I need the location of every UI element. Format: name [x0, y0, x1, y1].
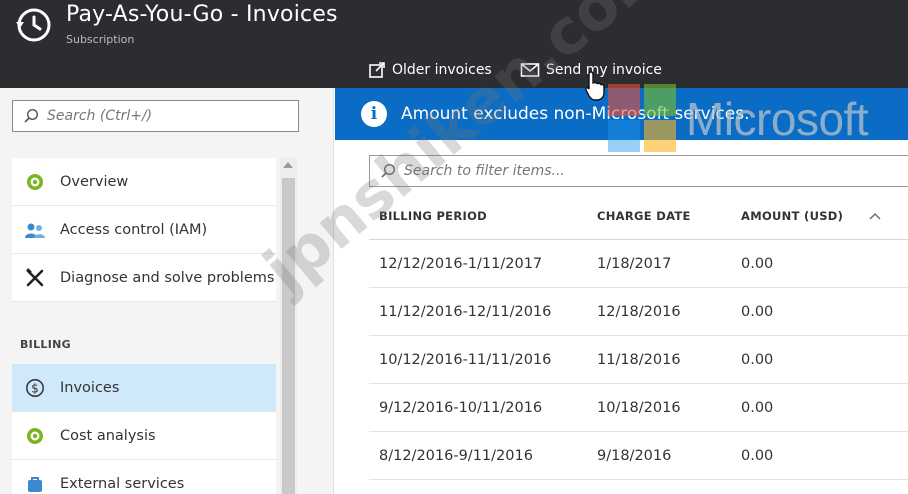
- amount-cell: 0.00: [741, 399, 774, 416]
- charge-date-cell: 9/18/2016: [597, 447, 672, 464]
- charge-date-cell: 1/18/2017: [597, 255, 672, 272]
- sidebar-item-label: Diagnose and solve problems: [60, 269, 275, 286]
- overview-icon: [24, 171, 46, 193]
- page-subtitle: Subscription: [66, 33, 135, 46]
- billing-period-cell: 10/12/2016-11/11/2016: [379, 351, 552, 368]
- billing-period-cell: 9/12/2016-10/11/2016: [379, 399, 543, 416]
- amount-cell: 0.00: [741, 447, 774, 464]
- external-services-icon: [24, 473, 46, 494]
- menu-search-placeholder: Search (Ctrl+/): [47, 108, 153, 124]
- sidebar-item-label: External services: [60, 475, 185, 492]
- amount-cell: 0.00: [741, 255, 774, 272]
- table-row[interactable]: 9/12/2016-10/11/2016 10/18/2016 0.00: [369, 384, 908, 432]
- sidebar-item-diagnose[interactable]: Diagnose and solve problems: [12, 254, 276, 302]
- table-row[interactable]: 8/12/2016-9/11/2016 9/18/2016 0.00: [369, 432, 908, 480]
- info-icon: i: [361, 101, 387, 127]
- microsoft-watermark-text: Microsoft: [686, 93, 869, 145]
- column-header-amount[interactable]: AMOUNT (USD): [725, 209, 865, 223]
- history-clock-icon: [16, 8, 51, 42]
- cost-analysis-icon: [24, 425, 46, 447]
- dollar-icon: $: [24, 377, 46, 399]
- external-link-icon: [369, 62, 385, 78]
- amount-cell: 0.00: [741, 303, 774, 320]
- search-icon: [24, 108, 39, 123]
- billing-period-cell: 12/12/2016-1/11/2017: [379, 255, 543, 272]
- tools-icon: [24, 267, 46, 289]
- charge-date-cell: 12/18/2016: [597, 303, 681, 320]
- menu-list: Overview Access control (IAM) Diagnose a…: [12, 158, 276, 302]
- sidebar-item-access-control[interactable]: Access control (IAM): [12, 206, 276, 254]
- billing-period-cell: 11/12/2016-12/11/2016: [379, 303, 552, 320]
- sidebar-item-label: Cost analysis: [60, 427, 156, 444]
- charge-date-cell: 11/18/2016: [597, 351, 681, 368]
- page-title: Pay-As-You-Go - Invoices: [66, 2, 338, 27]
- blade-header: Pay-As-You-Go - Invoices Subscription Ol…: [0, 0, 908, 88]
- invoices-table: BILLING PERIOD CHARGE DATE AMOUNT (USD) …: [369, 192, 908, 480]
- sidebar-item-overview[interactable]: Overview: [12, 158, 276, 206]
- scroll-up-arrow-icon[interactable]: [283, 162, 293, 168]
- billing-section-label: BILLING: [20, 338, 71, 351]
- sidebar-item-invoices[interactable]: $ Invoices: [12, 364, 276, 412]
- table-row[interactable]: 10/12/2016-11/11/2016 11/18/2016 0.00: [369, 336, 908, 384]
- svg-text:$: $: [31, 381, 39, 395]
- sidebar-item-label: Invoices: [60, 379, 120, 396]
- sidebar-item-label: Overview: [60, 173, 129, 190]
- sidebar-item-external-services[interactable]: External services: [12, 460, 276, 494]
- table-header: BILLING PERIOD CHARGE DATE AMOUNT (USD): [369, 192, 908, 240]
- column-header-charge-date[interactable]: CHARGE DATE: [581, 209, 725, 223]
- sidebar-item-cost-analysis[interactable]: Cost analysis: [12, 412, 276, 460]
- table-row[interactable]: 11/12/2016-12/11/2016 12/18/2016 0.00: [369, 288, 908, 336]
- table-row[interactable]: 12/12/2016-1/11/2017 1/18/2017 0.00: [369, 240, 908, 288]
- menu-search-input[interactable]: Search (Ctrl+/): [12, 100, 299, 132]
- sort-chevron-up-icon[interactable]: [865, 212, 885, 220]
- users-icon: [24, 219, 46, 241]
- billing-period-cell: 8/12/2016-9/11/2016: [379, 447, 533, 464]
- billing-menu-list: $ Invoices Cost analysis External servic…: [12, 364, 276, 494]
- sidebar-item-label: Access control (IAM): [60, 221, 208, 238]
- microsoft-watermark: Microsoft: [608, 84, 908, 154]
- amount-cell: 0.00: [741, 351, 774, 368]
- menu-scrollbar[interactable]: [280, 158, 297, 494]
- charge-date-cell: 10/18/2016: [597, 399, 681, 416]
- hand-cursor-icon: [585, 71, 605, 101]
